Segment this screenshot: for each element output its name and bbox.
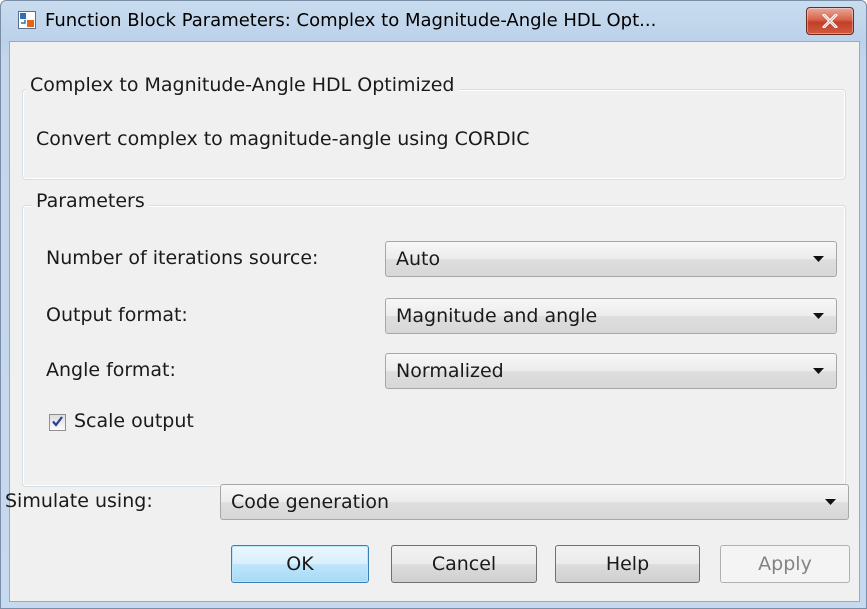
block-description: Convert complex to magnitude-angle using… — [36, 128, 530, 150]
scale-output-checkbox[interactable] — [49, 414, 66, 431]
chevron-down-icon — [813, 368, 824, 374]
angle-format-dropdown[interactable]: Normalized — [385, 353, 837, 389]
simulink-block-icon — [18, 11, 36, 29]
simulate-using-value: Code generation — [231, 491, 390, 513]
dialog-window: Function Block Parameters: Complex to Ma… — [0, 0, 867, 609]
scale-output-label[interactable]: Scale output — [74, 410, 194, 432]
output-format-value: Magnitude and angle — [396, 305, 598, 327]
block-name-legend: Complex to Magnitude-Angle HDL Optimized — [26, 74, 459, 96]
output-format-label: Output format: — [46, 304, 188, 326]
simulate-using-label: Simulate using: — [5, 490, 153, 512]
output-format-dropdown[interactable]: Magnitude and angle — [385, 298, 837, 334]
iterations-source-dropdown[interactable]: Auto — [385, 241, 837, 277]
close-icon — [822, 14, 838, 28]
iterations-source-value: Auto — [396, 248, 441, 270]
title-bar[interactable]: Function Block Parameters: Complex to Ma… — [1, 1, 866, 41]
chevron-down-icon — [825, 499, 836, 505]
apply-button: Apply — [720, 545, 850, 583]
checkmark-icon — [52, 416, 63, 427]
angle-format-value: Normalized — [396, 360, 504, 382]
ok-button[interactable]: OK — [231, 545, 369, 583]
dialog-client-area: Complex to Magnitude-Angle HDL Optimized… — [5, 41, 860, 602]
close-button[interactable] — [806, 7, 854, 35]
window-title: Function Block Parameters: Complex to Ma… — [45, 10, 657, 31]
parameters-legend: Parameters — [32, 190, 149, 212]
chevron-down-icon — [813, 313, 824, 319]
cancel-button[interactable]: Cancel — [391, 545, 537, 583]
iterations-source-label: Number of iterations source: — [46, 247, 319, 269]
chevron-down-icon — [813, 256, 824, 262]
help-button[interactable]: Help — [555, 545, 700, 583]
simulate-using-dropdown[interactable]: Code generation — [220, 484, 849, 520]
angle-format-label: Angle format: — [46, 359, 176, 381]
